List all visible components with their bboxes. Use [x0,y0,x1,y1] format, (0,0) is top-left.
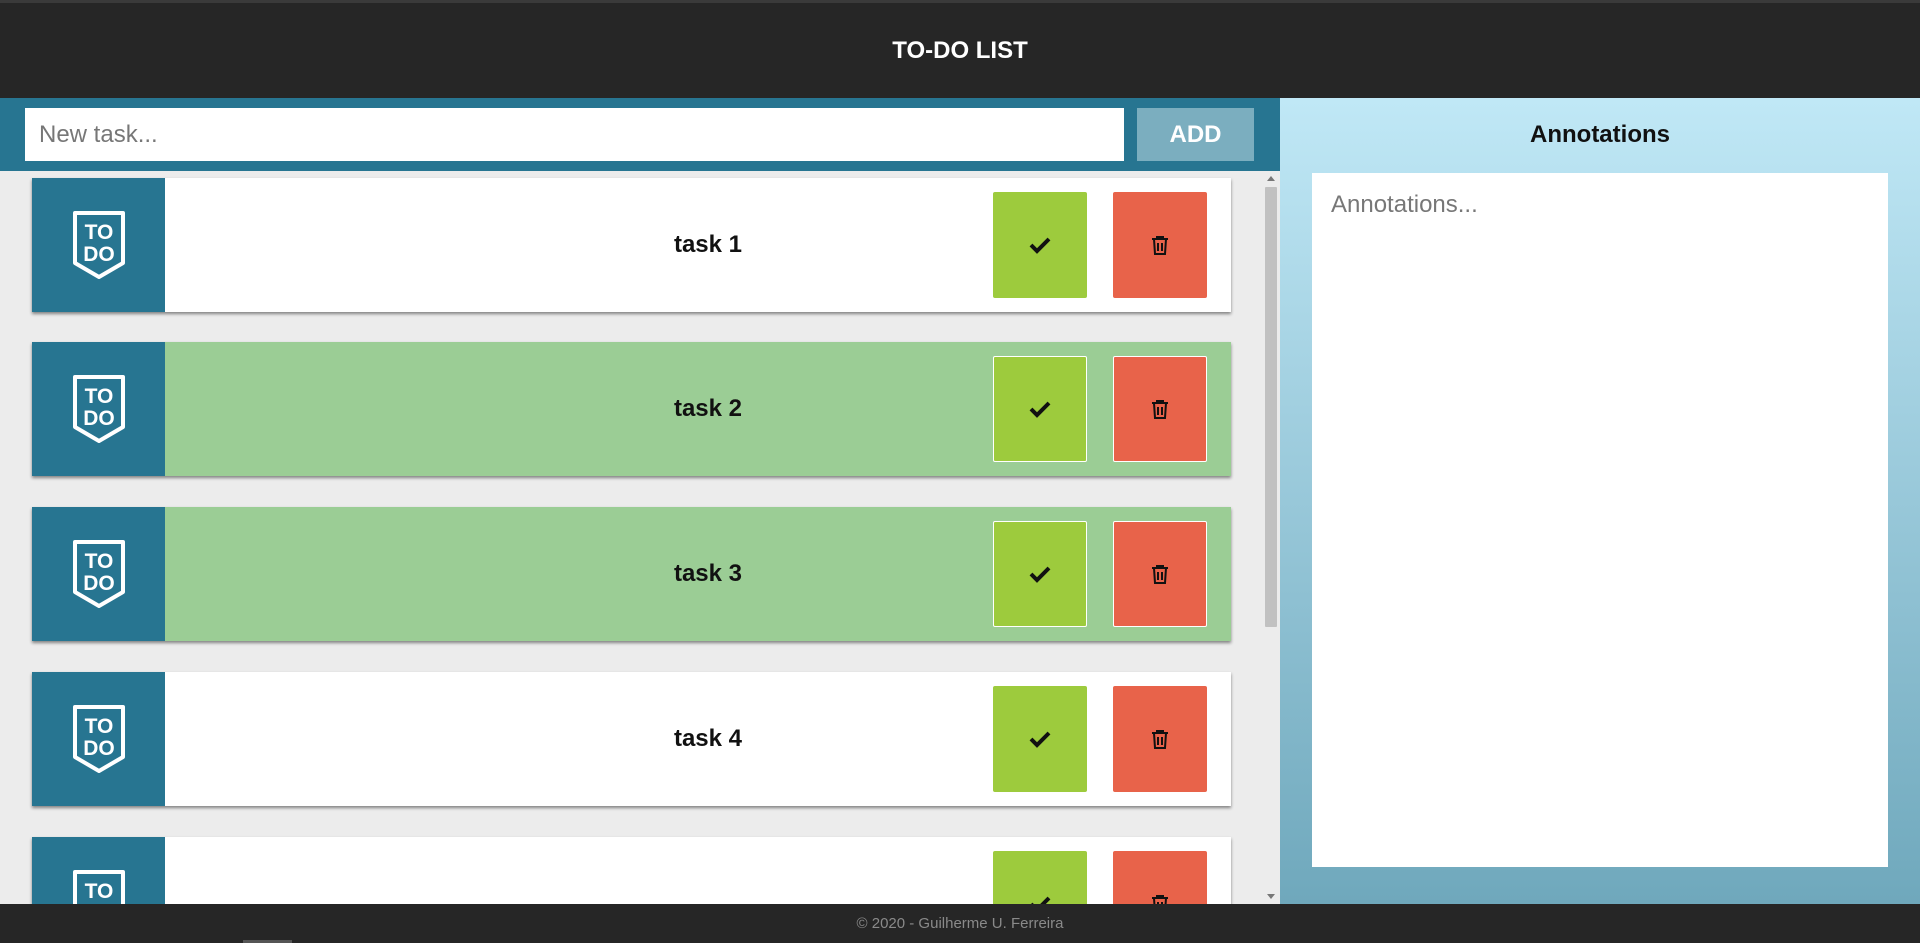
trash-icon [1152,236,1168,255]
svg-text:DO: DO [83,243,115,266]
todo-logo-icon: TODO [32,178,165,312]
copyright-text: © 2020 - Guilherme U. Ferreira [856,915,1064,932]
checkmark-icon [1029,731,1051,748]
new-task-bar: ADD [0,98,1280,171]
delete-task-button[interactable] [1113,686,1207,792]
complete-task-button[interactable] [993,851,1087,904]
task-list: TO DO task 1 TO DO task 2 TO DO task 3 T… [0,171,1262,904]
delete-task-button[interactable] [1113,851,1207,904]
complete-task-button[interactable] [993,356,1087,462]
delete-task-button[interactable] [1113,192,1207,298]
task-card: TO DO task 3 [32,507,1231,641]
todo-logo-icon: TODO [32,342,165,476]
todo-logo-icon: TODO [32,507,165,641]
task-card: TO DO task 2 [32,342,1231,476]
task-panel: ADD TODO task 1 TODO task 2 [0,98,1280,904]
checkmark-icon [1029,566,1051,583]
scroll-up-arrow-icon[interactable] [1267,176,1275,181]
svg-text:TO: TO [84,880,113,903]
complete-task-button[interactable] [993,521,1087,627]
checkmark-icon [1031,896,1051,904]
svg-text:TO: TO [84,221,113,244]
task-card: TO DO task 4 [32,672,1231,806]
todo-logo-icon: TODO [32,837,165,904]
task-card: TO DO task 1 [32,178,1231,312]
annotations-title: Annotations [1530,121,1670,148]
checkmark-icon [1029,237,1051,254]
add-task-button[interactable]: ADD [1137,108,1254,161]
app-header: TO-DO LIST [0,3,1920,98]
trash-icon [1152,565,1168,584]
svg-text:DO: DO [83,572,115,595]
svg-text:TO: TO [84,385,113,408]
delete-task-button[interactable] [1113,521,1207,627]
scrollbar-thumb[interactable] [1265,187,1277,627]
page-title: TO-DO LIST [892,36,1028,64]
annotations-textarea[interactable] [1312,173,1888,867]
delete-task-button[interactable] [1113,356,1207,462]
task-list-scrollbar[interactable] [1262,171,1280,904]
todo-logo-icon: TODO [32,672,165,806]
annotations-panel: Annotations [1280,98,1920,904]
complete-task-button[interactable] [993,192,1087,298]
checkmark-icon [1029,401,1051,418]
page-footer: © 2020 - Guilherme U. Ferreira [0,904,1920,943]
scroll-down-arrow-icon[interactable] [1267,894,1275,899]
new-task-input[interactable] [25,108,1124,161]
svg-text:TO: TO [84,550,113,573]
complete-task-button[interactable] [993,686,1087,792]
svg-text:TO: TO [84,715,113,738]
svg-text:DO: DO [83,407,115,430]
trash-icon [1152,400,1168,419]
trash-icon [1152,730,1168,749]
svg-text:DO: DO [83,737,115,760]
task-card: TODO [32,837,1231,904]
trash-icon [1152,895,1168,904]
